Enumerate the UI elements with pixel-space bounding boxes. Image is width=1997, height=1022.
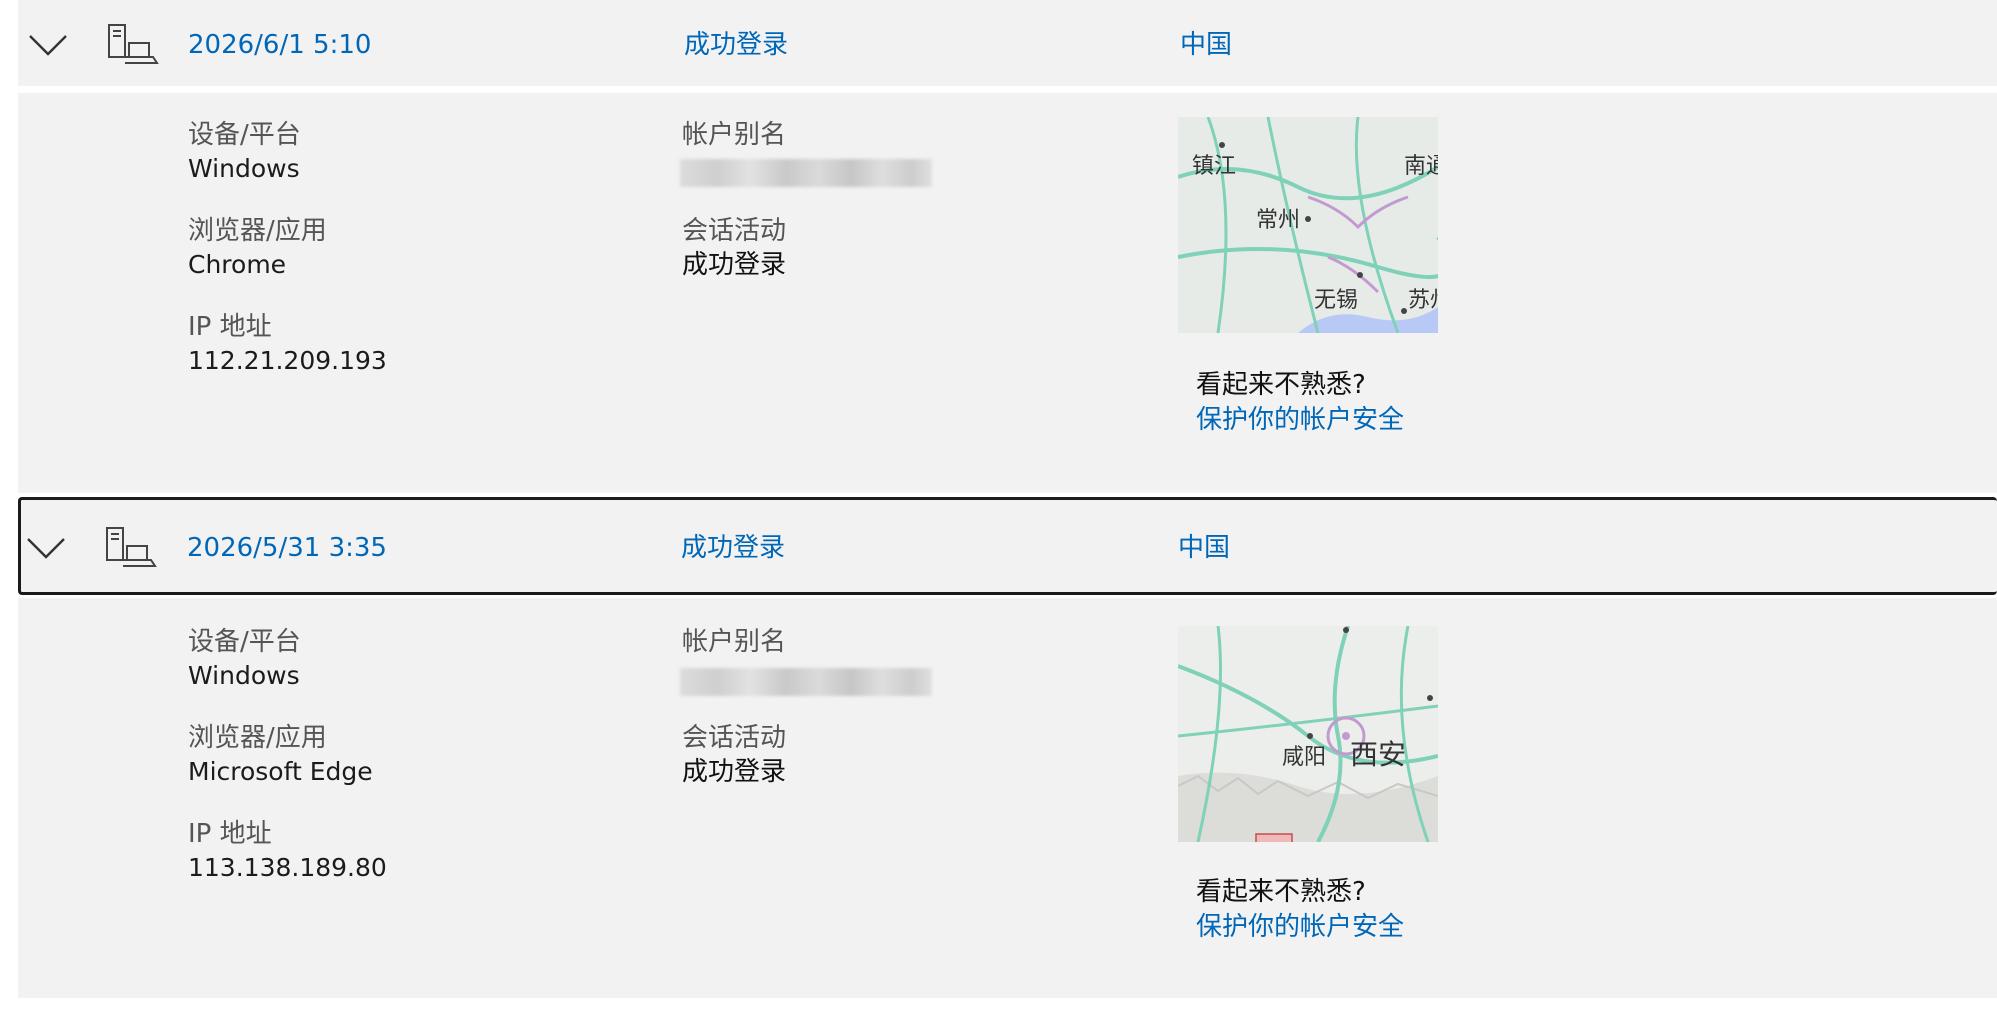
- ip-label: IP 地址: [188, 312, 272, 342]
- activity-row-details: 设备/平台 Windows 浏览器/应用 Microsoft Edge IP 地…: [18, 598, 1997, 998]
- computer-icon: [106, 527, 157, 567]
- session-label: 会话活动: [682, 216, 787, 246]
- signin-result[interactable]: 成功登录: [684, 29, 788, 61]
- session-value: 成功登录: [682, 250, 787, 280]
- signin-datetime[interactable]: 2026/6/1 5:10: [188, 29, 371, 61]
- map-label: 南通: [1404, 154, 1438, 179]
- device-value: Windows: [188, 154, 300, 183]
- browser-value: Microsoft Edge: [188, 757, 373, 786]
- browser-label: 浏览器/应用: [188, 216, 327, 246]
- alias-label: 帐户别名: [682, 627, 787, 657]
- secure-account-link[interactable]: 保护你的帐户安全: [1196, 911, 1404, 943]
- chevron-down-icon[interactable]: [28, 33, 68, 57]
- map-label: 咸阳: [1282, 745, 1326, 770]
- activity-row-header[interactable]: 2026/6/1 5:10 成功登录 中国: [18, 0, 1997, 86]
- session-value: 成功登录: [682, 757, 787, 787]
- unfamiliar-text: 看起来不熟悉?: [1196, 370, 1366, 400]
- map-label: 镇江: [1192, 154, 1236, 179]
- alias-redacted: [680, 668, 932, 696]
- map-label: 苏州: [1408, 288, 1438, 313]
- computer-icon: [108, 24, 159, 64]
- alias-label: 帐户别名: [682, 120, 787, 150]
- map-label: 无锡: [1314, 288, 1358, 313]
- map-label: 西安: [1350, 738, 1406, 771]
- device-label: 设备/平台: [188, 120, 301, 150]
- ip-value: 113.138.189.80: [188, 853, 387, 882]
- session-label: 会话活动: [682, 723, 787, 753]
- browser-label: 浏览器/应用: [188, 723, 327, 753]
- signin-location[interactable]: 中国: [1180, 29, 1232, 61]
- browser-value: Chrome: [188, 250, 287, 279]
- map-label: 常州: [1256, 208, 1300, 233]
- activity-row-details: 设备/平台 Windows 浏览器/应用 Chrome IP 地址 112.21…: [18, 93, 1997, 493]
- activity-row-header[interactable]: 2026/5/31 3:35 成功登录 中国: [18, 497, 1997, 595]
- ip-value: 112.21.209.193: [188, 346, 387, 375]
- device-value: Windows: [188, 661, 300, 690]
- ip-label: IP 地址: [188, 819, 272, 849]
- location-map: 咸阳 西安: [1178, 626, 1438, 842]
- chevron-down-icon[interactable]: [26, 536, 66, 560]
- alias-redacted: [680, 159, 932, 187]
- secure-account-link[interactable]: 保护你的帐户安全: [1196, 404, 1404, 436]
- signin-location[interactable]: 中国: [1178, 532, 1230, 564]
- unfamiliar-text: 看起来不熟悉?: [1196, 877, 1366, 907]
- location-map: 镇江 南通 常州 无锡 苏州: [1178, 117, 1438, 333]
- device-label: 设备/平台: [188, 627, 301, 657]
- signin-datetime[interactable]: 2026/5/31 3:35: [187, 532, 387, 564]
- signin-result[interactable]: 成功登录: [681, 532, 785, 564]
